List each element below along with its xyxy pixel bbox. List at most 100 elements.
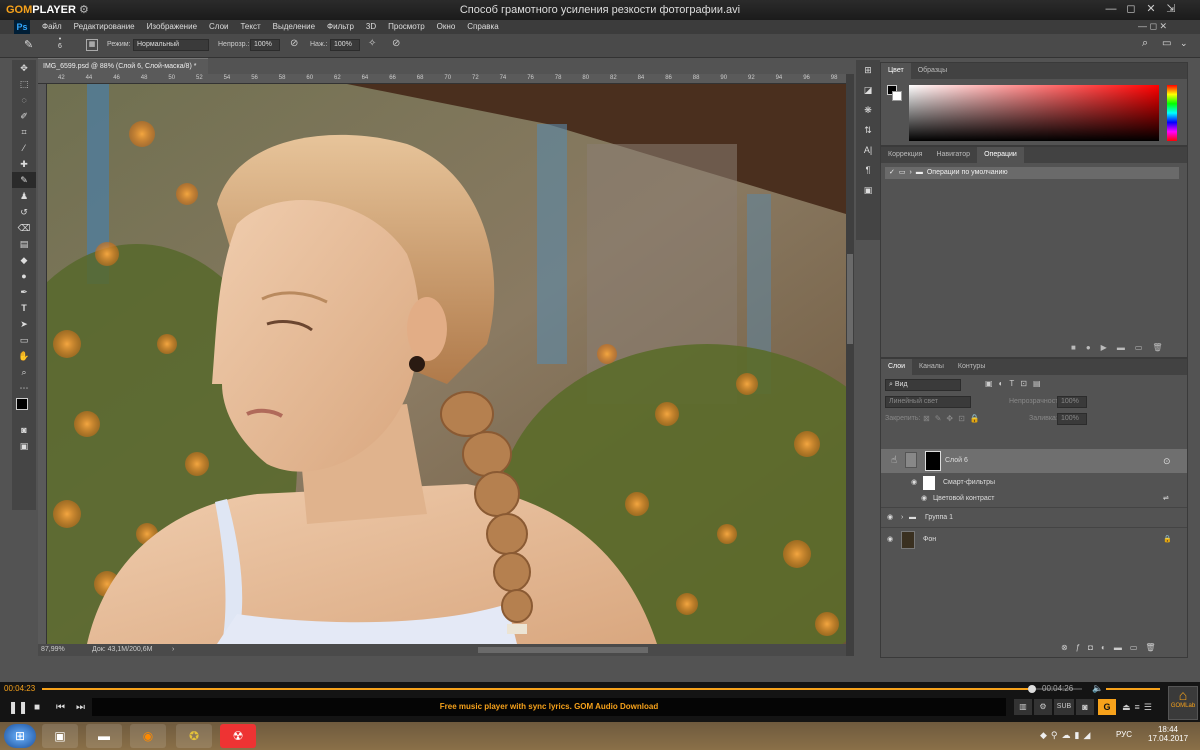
check-icon[interactable]: ✓ [889, 169, 895, 176]
brush-icon[interactable]: ✎ [24, 38, 33, 51]
gom-g-button[interactable]: G [1098, 699, 1116, 715]
color-swatches[interactable] [12, 396, 36, 422]
workspace-icon[interactable]: ▭ [1162, 38, 1171, 49]
visibility-eye-icon[interactable]: ◉ [887, 528, 893, 552]
visibility-eye-icon[interactable]: ◉ [887, 508, 893, 528]
tray-icons[interactable]: ◆⚲☁▮◢ [1040, 730, 1094, 741]
move-tool-icon[interactable]: ✥ [12, 60, 36, 76]
fullscreen-button[interactable]: ⇲ [1164, 2, 1178, 16]
menu-select[interactable]: Выделение [267, 22, 321, 31]
menu-edit[interactable]: Редактирование [68, 22, 141, 31]
clock[interactable]: 18:44 17.04.2017 [1148, 725, 1188, 743]
volume-icon[interactable]: 🔈 [1092, 683, 1103, 694]
quick-select-tool-icon[interactable]: ✐ [12, 108, 36, 124]
visibility-eye-icon[interactable]: ◉ [911, 473, 917, 493]
prev-button[interactable]: ⏮ [56, 702, 65, 713]
horizontal-scrollbar[interactable] [478, 647, 648, 653]
menu-window[interactable]: Окно [431, 22, 462, 31]
camera-icon[interactable]: ◙ [1076, 699, 1094, 715]
layer-filter-icons[interactable]: ▣◐T⊡▤ [985, 379, 1047, 388]
layer-opacity-input[interactable]: 100% [1057, 396, 1087, 408]
blend-mode-select[interactable]: Линейный свет [885, 396, 971, 408]
volume-slider[interactable] [1106, 688, 1160, 690]
stop-button[interactable]: ■ [34, 702, 40, 713]
settings-icon[interactable]: ⚙ [1034, 699, 1052, 715]
blur-tool-icon[interactable]: ◆ [12, 252, 36, 268]
stamp-tool-icon[interactable]: ♟ [12, 188, 36, 204]
layer-buttons[interactable]: ⊗ƒ◘◐▬▭🗑 [1061, 643, 1164, 652]
panel-background-color[interactable] [892, 91, 902, 101]
screen-mode-icon[interactable]: ▣ [12, 438, 36, 454]
more-tools-icon[interactable]: ⋯ [12, 380, 36, 396]
seek-handle[interactable] [1028, 685, 1036, 693]
close-button[interactable]: ✕ [1144, 2, 1158, 16]
tab-actions[interactable]: Операции [977, 147, 1024, 163]
menu-image[interactable]: Изображение [141, 22, 203, 31]
layer-filter-select[interactable]: ⌕ Вид [885, 379, 961, 391]
type-tool-icon[interactable]: T [12, 300, 36, 316]
brush-presets-icon[interactable]: ❋ [856, 100, 880, 120]
menu-file[interactable]: Файл [36, 22, 68, 31]
tab-adjustments[interactable]: Коррекция [881, 147, 929, 163]
status-arrow-icon[interactable]: › [172, 644, 174, 656]
zoom-level[interactable]: 87,99% [41, 644, 65, 656]
color-field[interactable] [909, 85, 1159, 141]
ticker[interactable]: Free music player with sync lyrics. GOM … [92, 698, 1006, 716]
minimize-button[interactable]: — [1104, 2, 1118, 16]
path-select-tool-icon[interactable]: ➤ [12, 316, 36, 332]
shape-tool-icon[interactable]: ▭ [12, 332, 36, 348]
lasso-tool-icon[interactable]: ◌ [12, 92, 36, 108]
extra-controls[interactable]: ⏏≡☰ [1122, 702, 1156, 713]
menu-3d[interactable]: 3D [360, 22, 382, 31]
hue-slider[interactable] [1167, 85, 1177, 141]
window-controls[interactable]: — ◻ ✕ [1138, 21, 1167, 32]
firefox-icon[interactable]: ◉ [130, 724, 166, 748]
quick-mask-icon[interactable]: ◙ [12, 422, 36, 438]
pause-button[interactable]: ❚❚ [8, 700, 28, 714]
foreground-color[interactable] [16, 398, 28, 410]
menu-view[interactable]: Просмотр [382, 22, 431, 31]
brush-size-picker[interactable]: • 6 [48, 36, 72, 56]
explorer-icon[interactable]: ▬ [86, 724, 122, 748]
tab-color[interactable]: Цвет [881, 63, 911, 79]
hand-tool-icon[interactable]: ✋ [12, 348, 36, 364]
layer-row-color-contrast[interactable]: ◉ Цветовой контраст ⇌ [881, 491, 1187, 507]
pen-tool-icon[interactable]: ✒ [12, 284, 36, 300]
subtitle-button[interactable]: SUB [1054, 699, 1074, 715]
layer-row-sloi6[interactable]: ☝ Слой 6 ⊙ [881, 449, 1187, 473]
eyedropper-tool-icon[interactable]: ⁄ [12, 140, 36, 156]
layer-row-group1[interactable]: ◉ › ▬ Группа 1 [881, 507, 1187, 527]
brush-panel-icon[interactable]: ▦ [86, 39, 98, 51]
lock-icons[interactable]: ⊠✎✥⊡🔒 [923, 414, 985, 423]
menu-layers[interactable]: Слои [203, 22, 234, 31]
clone-source-icon[interactable]: ⇅ [856, 120, 880, 140]
equalizer-icon[interactable]: ▥ [1014, 699, 1032, 715]
menu-filter[interactable]: Фильтр [321, 22, 360, 31]
filter-options-icon[interactable]: ⇌ [1163, 491, 1169, 507]
action-buttons[interactable]: ■●▶▬▭🗑 [1071, 343, 1173, 352]
menu-help[interactable]: Справка [461, 22, 504, 31]
expand-icon[interactable]: › [910, 169, 912, 176]
dodge-tool-icon[interactable]: ● [12, 268, 36, 284]
toggle-dialog-icon[interactable]: ▭ [899, 169, 906, 176]
maximize-button[interactable]: ◻ [1124, 2, 1138, 16]
history-brush-tool-icon[interactable]: ↺ [12, 204, 36, 220]
tab-channels[interactable]: Каналы [912, 359, 951, 375]
menu-text[interactable]: Текст [234, 22, 266, 31]
tab-swatches[interactable]: Образцы [911, 63, 954, 79]
action-set-row[interactable]: ✓ ▭ › ▬ Операции по умолчанию [885, 167, 1179, 179]
document-tab[interactable]: IMG_6599.psd @ 88% (Слой 6, Слой-маска/8… [38, 58, 208, 85]
properties-panel-icon[interactable]: ◪ [856, 80, 880, 100]
document-canvas[interactable] [47, 84, 846, 644]
zoom-tool-icon[interactable]: ⌕ [12, 364, 36, 380]
opacity-input[interactable]: 100% [250, 39, 280, 51]
next-button[interactable]: ⏭ [76, 702, 85, 713]
healing-tool-icon[interactable]: ✚ [12, 156, 36, 172]
flow-input[interactable]: 100% [330, 39, 360, 51]
tab-paths[interactable]: Контуры [951, 359, 992, 375]
airbrush-icon[interactable]: ✧ [368, 38, 376, 49]
start-button[interactable]: ⊞ [4, 724, 36, 748]
mode-select[interactable]: Нормальный [133, 39, 209, 51]
crop-tool-icon[interactable]: ⌗ [12, 124, 36, 140]
vertical-scrollbar[interactable] [846, 74, 854, 656]
